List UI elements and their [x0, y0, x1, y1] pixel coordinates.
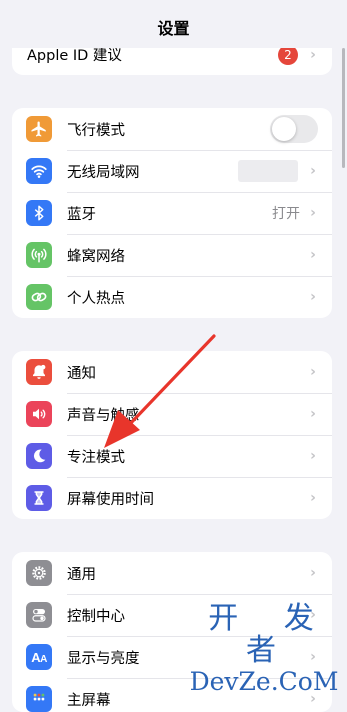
focus-mode-label: 专注模式 [67, 449, 125, 466]
chevron-right-icon: › [310, 448, 316, 464]
airplane-mode-toggle[interactable] [270, 115, 318, 143]
bluetooth-row[interactable]: 蓝牙 打开 › [12, 192, 332, 234]
personal-hotspot-label: 个人热点 [67, 290, 125, 307]
wifi-row[interactable]: 无线局域网 › [12, 150, 332, 192]
gear-icon [26, 560, 52, 586]
chevron-right-icon: › [310, 205, 316, 221]
speaker-icon [26, 401, 52, 427]
cellular-label: 蜂窝网络 [67, 248, 125, 265]
personal-hotspot-row[interactable]: 个人热点 › [12, 276, 332, 318]
toggle-knob [272, 117, 296, 141]
notifications-row[interactable]: 通知 › [12, 351, 332, 393]
bluetooth-icon [26, 200, 52, 226]
airplane-icon [26, 116, 52, 142]
watermark-domain: DevZe.CoM [189, 667, 339, 696]
general-label: 通用 [67, 566, 96, 583]
home-grid-icon [26, 686, 52, 712]
chevron-right-icon: › [310, 289, 316, 305]
chevron-right-icon: › [310, 406, 316, 422]
connectivity-group: 飞行模式 无线局域网 › 蓝牙 打开 › 蜂窝网络 › 个人热点 › [12, 108, 332, 318]
watermark: 开 发 者 DevZe.CoM [189, 603, 339, 697]
sounds-haptics-label: 声音与触感 [67, 407, 140, 424]
screen-time-label: 屏幕使用时间 [67, 491, 154, 508]
notifications-label: 通知 [67, 365, 96, 382]
scroll-indicator[interactable] [342, 48, 345, 168]
chevron-right-icon: › [310, 490, 316, 506]
bluetooth-label: 蓝牙 [67, 206, 96, 223]
airplane-mode-row[interactable]: 飞行模式 [12, 108, 332, 150]
chevron-right-icon: › [310, 247, 316, 263]
moon-icon [26, 443, 52, 469]
nav-bar: 设置 [0, 0, 347, 48]
bell-badge-icon [26, 359, 52, 385]
bluetooth-status-value: 打开 [272, 206, 300, 222]
airplane-mode-label: 飞行模式 [67, 122, 125, 139]
chevron-right-icon: › [310, 565, 316, 581]
screen-time-row[interactable]: 屏幕使用时间 › [12, 477, 332, 519]
general-row[interactable]: 通用 › [12, 552, 332, 594]
chevron-right-icon: › [310, 364, 316, 380]
page-title: 设置 [157, 19, 190, 38]
sounds-haptics-row[interactable]: 声音与触感 › [12, 393, 332, 435]
text-size-icon: AA [26, 644, 52, 670]
hourglass-icon [26, 485, 52, 511]
chevron-right-icon: › [310, 163, 316, 179]
chevron-right-icon: › [310, 46, 316, 63]
antenna-icon [26, 242, 52, 268]
wifi-network-name-blurred [238, 160, 298, 182]
wifi-icon [26, 158, 52, 184]
switches-icon [26, 602, 52, 628]
cellular-row[interactable]: 蜂窝网络 › [12, 234, 332, 276]
wifi-label: 无线局域网 [67, 164, 140, 181]
hotspot-link-icon [26, 284, 52, 310]
focus-mode-row[interactable]: 专注模式 › [12, 435, 332, 477]
notifications-group: 通知 › 声音与触感 › 专注模式 › 屏幕使用时间 › [12, 351, 332, 519]
watermark-chinese: 开 发 者 [208, 601, 332, 668]
